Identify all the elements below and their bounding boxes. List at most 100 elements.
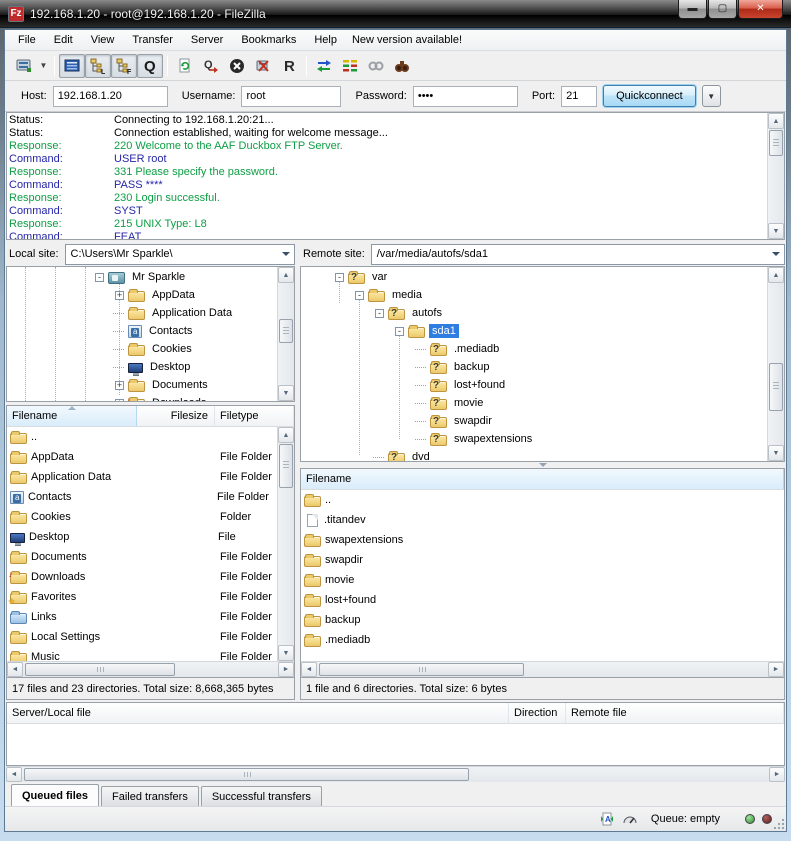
tree-expander-icon[interactable] (417, 435, 426, 444)
menu-item[interactable]: Server (182, 32, 232, 48)
queue-tab[interactable]: Successful transfers (201, 786, 322, 806)
tree-item[interactable]: sda1 (301, 322, 766, 340)
column-header-filename[interactable]: Filename (7, 406, 137, 426)
tree-expander-icon[interactable] (395, 327, 404, 336)
file-row[interactable]: Cookies Folder (7, 507, 294, 527)
menu-item[interactable]: Edit (45, 32, 82, 48)
scroll-down-arrow[interactable]: ▼ (278, 645, 294, 661)
column-header-filetype[interactable]: Filetype (215, 406, 294, 426)
column-header-direction[interactable]: Direction (509, 703, 566, 723)
scroll-down-arrow[interactable]: ▼ (768, 445, 784, 461)
toggle-remote-tree-button[interactable]: F (111, 54, 137, 78)
menu-item[interactable]: View (82, 32, 124, 48)
file-row[interactable]: swapdir (301, 550, 784, 570)
queue-tab[interactable]: Failed transfers (101, 786, 199, 806)
file-row[interactable]: Application Data File Folder (7, 467, 294, 487)
tree-item[interactable]: Desktop (7, 358, 276, 376)
port-input[interactable] (561, 86, 597, 107)
username-input[interactable] (241, 86, 341, 107)
tree-expander-icon[interactable] (115, 309, 124, 318)
scroll-right-arrow[interactable]: ► (278, 662, 294, 677)
local-list-scrollbar-thumb[interactable] (279, 444, 293, 488)
tree-expander-icon[interactable] (355, 291, 364, 300)
scroll-left-arrow[interactable]: ◄ (301, 662, 317, 677)
tree-expander-icon[interactable] (115, 291, 124, 300)
file-row[interactable]: .. (7, 427, 294, 447)
tree-expander-icon[interactable] (115, 363, 124, 372)
log-scrollbar-thumb[interactable] (769, 130, 783, 156)
file-row[interactable]: movie (301, 570, 784, 590)
log-scrollbar[interactable]: ▲ ▼ (767, 113, 784, 239)
local-list-hscrollbar[interactable]: ◄ ► (7, 661, 294, 677)
reconnect-button[interactable]: R (276, 54, 302, 78)
chevron-down-icon[interactable] (772, 252, 780, 260)
host-input[interactable] (53, 86, 168, 107)
scroll-up-arrow[interactable]: ▲ (278, 267, 294, 283)
file-row[interactable]: backup (301, 610, 784, 630)
file-row[interactable]: Contacts File Folder (7, 487, 294, 507)
file-row[interactable]: AppData File Folder (7, 447, 294, 467)
scroll-down-arrow[interactable]: ▼ (278, 385, 294, 401)
process-queue-button[interactable]: Q (198, 54, 224, 78)
tree-item[interactable]: Mr Sparkle (7, 268, 276, 286)
column-header-filesize[interactable]: Filesize (137, 406, 215, 426)
tree-expander-icon[interactable] (115, 399, 124, 402)
tree-expander-icon[interactable] (417, 417, 426, 426)
tree-item[interactable]: backup (301, 358, 766, 376)
local-list-scrollbar[interactable]: ▲ ▼ (277, 427, 294, 661)
directory-comparison-button[interactable] (337, 54, 363, 78)
toggle-log-view-button[interactable] (59, 54, 85, 78)
scroll-up-arrow[interactable]: ▲ (278, 427, 294, 443)
sync-browsing-rings-icon[interactable] (363, 54, 389, 78)
scroll-left-arrow[interactable]: ◄ (6, 767, 22, 782)
local-tree-scrollbar-thumb[interactable] (279, 319, 293, 343)
synchronized-browsing-button[interactable] (311, 54, 337, 78)
scroll-right-arrow[interactable]: ► (769, 767, 785, 782)
remote-tree-scrollbar[interactable]: ▲ ▼ (767, 267, 784, 461)
file-row[interactable]: swapextensions (301, 530, 784, 550)
column-header-remote-file[interactable]: Remote file (566, 703, 784, 723)
tree-item[interactable]: Documents (7, 376, 276, 394)
local-tree-scrollbar[interactable]: ▲ ▼ (277, 267, 294, 401)
tree-expander-icon[interactable] (115, 381, 124, 390)
file-row[interactable]: Downloads File Folder (7, 567, 294, 587)
minimize-button[interactable]: ▬ (678, 0, 707, 19)
remote-list-hscrollbar-thumb[interactable] (319, 663, 524, 676)
quickconnect-dropdown[interactable]: ▼ (702, 85, 721, 107)
title-bar[interactable]: Fz 192.168.1.20 - root@192.168.1.20 - Fi… (0, 0, 791, 28)
file-row[interactable]: Desktop File (7, 527, 294, 547)
menu-item[interactable]: Transfer (123, 32, 182, 48)
close-button[interactable]: ✕ (738, 0, 783, 19)
tree-expander-icon[interactable] (417, 363, 426, 372)
transfer-type-icon[interactable]: A (599, 811, 615, 827)
scroll-left-arrow[interactable]: ◄ (7, 662, 23, 677)
file-row[interactable]: .mediadb (301, 630, 784, 650)
menu-item[interactable]: Help (305, 32, 346, 48)
tree-expander-icon[interactable] (417, 345, 426, 354)
queue-hscrollbar[interactable]: ◄ ► (6, 766, 785, 782)
remote-tree-scrollbar-thumb[interactable] (769, 363, 783, 411)
tree-expander-icon[interactable] (375, 309, 384, 318)
refresh-button[interactable] (172, 54, 198, 78)
tree-item[interactable]: Cookies (7, 340, 276, 358)
remote-list-hscrollbar[interactable]: ◄ ► (301, 661, 784, 677)
site-manager-button[interactable] (11, 54, 37, 78)
chevron-down-icon[interactable] (282, 252, 290, 260)
maximize-button[interactable]: ▢ (708, 0, 737, 19)
column-header-server-local-file[interactable]: Server/Local file (7, 703, 509, 723)
toggle-queue-button[interactable]: Q (137, 54, 163, 78)
scroll-down-arrow[interactable]: ▼ (768, 223, 784, 239)
disconnect-button[interactable] (250, 54, 276, 78)
tree-item[interactable]: Contacts (7, 322, 276, 340)
cancel-operation-button[interactable] (224, 54, 250, 78)
tree-expander-icon[interactable] (115, 345, 124, 354)
file-row[interactable]: Documents File Folder (7, 547, 294, 567)
resize-grip[interactable] (774, 819, 784, 829)
tree-item[interactable]: Application Data (7, 304, 276, 322)
scroll-up-arrow[interactable]: ▲ (768, 267, 784, 283)
site-manager-dropdown[interactable]: ▼ (37, 54, 50, 78)
scroll-right-arrow[interactable]: ► (768, 662, 784, 677)
tree-item[interactable]: AppData (7, 286, 276, 304)
tree-item[interactable]: var (301, 268, 766, 286)
file-row[interactable]: Links File Folder (7, 607, 294, 627)
